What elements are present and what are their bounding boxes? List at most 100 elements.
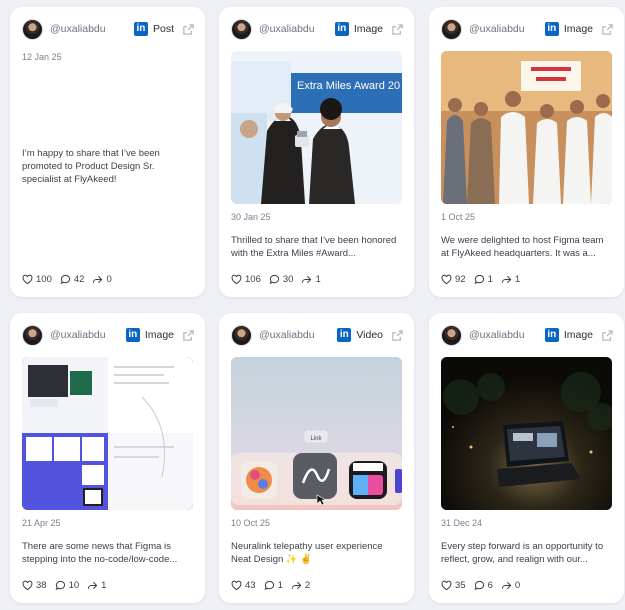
dock-video-frame: Link — [231, 357, 402, 510]
shares-stat[interactable]: 0 — [501, 580, 520, 591]
post-card[interactable]: @uxaliabdu in Video Link 10 Oct 25 Neura… — [219, 313, 414, 603]
post-card[interactable]: @uxaliabdu in Image 21 Apr 25 There are … — [10, 313, 205, 603]
comment-icon — [474, 580, 484, 591]
post-stats: 35 6 0 — [441, 580, 528, 591]
likes-count: 100 — [36, 274, 52, 285]
likes-count: 43 — [245, 580, 256, 591]
likes-stat[interactable]: 38 — [22, 580, 47, 591]
post-card[interactable]: @uxaliabdu in Image Extra Miles Award 20 — [219, 7, 414, 297]
award-banner-text: Extra Miles Award 20 — [297, 80, 400, 92]
comment-icon — [264, 580, 274, 591]
post-date: 10 Oct 25 — [231, 518, 271, 528]
post-header: @uxaliabdu in Image — [231, 18, 404, 40]
post-date: 21 Apr 25 — [22, 518, 61, 528]
comments-stat[interactable]: 30 — [269, 274, 294, 285]
dock-tooltip: Link — [310, 436, 322, 442]
team-photo — [441, 51, 612, 204]
avatar[interactable] — [22, 18, 43, 40]
post-type-label: Image — [353, 23, 383, 35]
likes-stat[interactable]: 43 — [231, 580, 256, 591]
external-link-icon[interactable] — [182, 329, 195, 342]
post-type-label: Post — [152, 23, 174, 35]
username[interactable]: @uxaliabdu — [469, 23, 545, 35]
comments-count: 6 — [487, 580, 493, 591]
post-video[interactable]: Link — [231, 357, 402, 510]
shares-count: 2 — [304, 580, 311, 591]
username[interactable]: @uxaliabdu — [50, 329, 126, 341]
comments-count: 1 — [277, 580, 283, 591]
likes-stat[interactable]: 35 — [441, 580, 466, 591]
post-stats: 43 1 2 — [231, 580, 318, 591]
comments-count: 1 — [487, 274, 493, 285]
share-icon — [501, 581, 512, 590]
avatar[interactable] — [441, 324, 462, 346]
post-header: @uxaliabdu in Post — [22, 18, 195, 40]
external-link-icon[interactable] — [601, 23, 614, 36]
post-image[interactable] — [441, 357, 612, 510]
post-card[interactable]: @uxaliabdu in Image 1 Oct 25 We were del… — [429, 7, 624, 297]
post-text: Every step forward is an opportunity to … — [441, 541, 604, 565]
comments-stat[interactable]: 6 — [474, 580, 493, 591]
comments-count: 10 — [68, 580, 80, 591]
avatar[interactable] — [231, 324, 252, 346]
post-card[interactable]: @uxaliabdu in Image 31 Dec 24 Every step… — [429, 313, 624, 603]
comment-icon — [269, 274, 279, 285]
post-header: @uxaliabdu in Image — [441, 18, 614, 40]
linkedin-icon: in — [133, 22, 148, 36]
linkedin-icon: in — [544, 328, 559, 342]
heart-icon — [22, 274, 33, 285]
comments-stat[interactable]: 1 — [474, 274, 493, 285]
external-link-icon[interactable] — [182, 23, 195, 36]
post-type-label: Image — [563, 329, 593, 341]
post-date: 31 Dec 24 — [441, 518, 483, 528]
post-text: We were delighted to host Figma team at … — [441, 235, 604, 259]
likes-stat[interactable]: 92 — [441, 274, 466, 285]
shares-count: 1 — [101, 580, 107, 591]
likes-count: 35 — [455, 580, 466, 591]
likes-stat[interactable]: 100 — [22, 274, 52, 285]
shares-stat[interactable]: 2 — [291, 580, 310, 591]
external-link-icon[interactable] — [391, 329, 404, 342]
share-icon — [93, 275, 103, 284]
linkedin-icon: in — [334, 22, 349, 36]
external-link-icon[interactable] — [601, 329, 614, 342]
linkedin-icon: in — [125, 328, 140, 342]
username[interactable]: @uxaliabdu — [259, 329, 337, 341]
username[interactable]: @uxaliabdu — [259, 23, 335, 35]
post-image[interactable]: Extra Miles Award 20 — [231, 51, 402, 204]
shares-stat[interactable]: 1 — [501, 274, 520, 285]
night-laptop-photo — [441, 357, 612, 510]
post-card[interactable]: @uxaliabdu in Post 12 Jan 25 I’m happy t… — [10, 7, 205, 297]
linkedin-icon: in — [337, 328, 352, 342]
post-image[interactable] — [441, 51, 612, 204]
comments-stat[interactable]: 10 — [55, 580, 80, 591]
avatar[interactable] — [231, 18, 252, 40]
likes-stat[interactable]: 106 — [231, 274, 261, 285]
shares-stat[interactable]: 1 — [87, 580, 106, 591]
heart-icon — [231, 580, 242, 591]
post-text: There are some news that Figma is steppi… — [22, 541, 178, 565]
external-link-icon[interactable] — [391, 23, 404, 36]
shares-count: 1 — [315, 274, 321, 285]
likes-count: 106 — [245, 274, 261, 285]
username[interactable]: @uxaliabdu — [50, 23, 134, 35]
comment-icon — [55, 580, 65, 591]
shares-stat[interactable]: 0 — [92, 274, 112, 285]
comments-stat[interactable]: 42 — [60, 274, 85, 285]
post-image[interactable] — [22, 357, 193, 510]
comment-icon — [60, 274, 70, 285]
username[interactable]: @uxaliabdu — [469, 329, 545, 341]
share-icon — [88, 581, 98, 590]
avatar[interactable] — [441, 18, 462, 40]
post-stats: 106 30 1 — [231, 274, 329, 285]
comments-stat[interactable]: 1 — [264, 580, 283, 591]
comments-count: 42 — [73, 274, 85, 285]
share-icon — [302, 275, 312, 284]
likes-count: 38 — [36, 580, 47, 591]
comments-count: 30 — [282, 274, 294, 285]
heart-icon — [441, 580, 452, 591]
avatar[interactable] — [22, 324, 43, 346]
shares-stat[interactable]: 1 — [301, 274, 321, 285]
figma-screenshot — [22, 357, 193, 510]
post-text: Thrilled to share that I’ve been honored… — [231, 235, 397, 259]
